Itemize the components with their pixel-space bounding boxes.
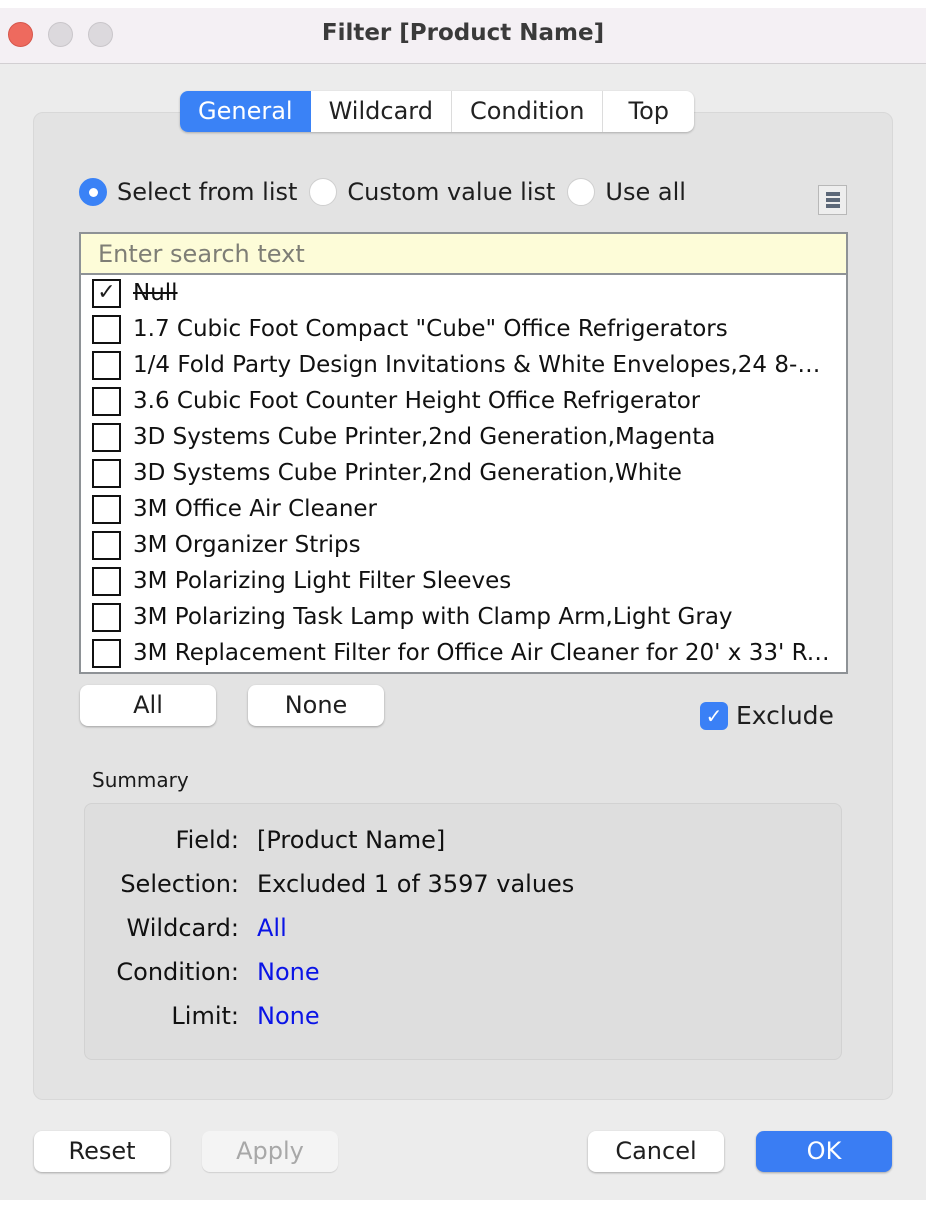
- radio-select-from-list[interactable]: Select from list: [79, 178, 297, 206]
- hamburger-menu-icon: [826, 198, 840, 202]
- radio-unselected-indicator[interactable]: [309, 178, 338, 206]
- hamburger-menu-icon: [826, 192, 840, 196]
- summary-row-wildcard: Wildcard: All: [85, 914, 843, 948]
- summary-row-field: Field: [Product Name]: [85, 826, 843, 860]
- item-label: 3D Systems Cube Printer,2nd Generation,M…: [133, 424, 716, 450]
- exclude-checkbox[interactable]: ✓ Exclude: [700, 701, 834, 730]
- item-label: 3M Polarizing Task Lamp with Clamp Arm,L…: [133, 604, 733, 630]
- limit-link[interactable]: None: [257, 1002, 320, 1030]
- radio-use-all[interactable]: Use all: [567, 178, 686, 206]
- item-checkbox[interactable]: [92, 494, 121, 524]
- values-list[interactable]: ✓ Null 1.7 Cubic Foot Compact "Cube" Off…: [79, 232, 848, 674]
- item-checkbox[interactable]: [92, 458, 121, 488]
- tab-wildcard[interactable]: Wildcard: [311, 91, 452, 132]
- exclude-checkbox-box[interactable]: ✓: [700, 701, 728, 730]
- list-item[interactable]: 1/4 Fold Party Design Invitations & Whit…: [81, 347, 846, 383]
- tab-condition[interactable]: Condition: [452, 91, 604, 132]
- summary-key: Selection:: [120, 870, 239, 898]
- item-label: 3M Organizer Strips: [133, 532, 361, 558]
- search-input[interactable]: [98, 234, 846, 274]
- summary-key: Wildcard:: [126, 914, 239, 942]
- list-item[interactable]: 3M Replacement Filter for Office Air Cle…: [81, 635, 846, 671]
- apply-button[interactable]: Apply: [202, 1131, 338, 1172]
- item-label: 1.7 Cubic Foot Compact "Cube" Office Ref…: [133, 316, 728, 342]
- item-checkbox[interactable]: ✓: [92, 278, 121, 308]
- summary-value: [Product Name]: [257, 826, 446, 854]
- checkmark-icon: ✓: [97, 280, 116, 305]
- checkmark-icon: ✓: [705, 703, 723, 728]
- radio-selected-indicator[interactable]: [79, 178, 107, 206]
- item-label: 3D Systems Cube Printer,2nd Generation,W…: [133, 460, 682, 486]
- exclude-label: Exclude: [736, 701, 834, 730]
- radio-label: Use all: [605, 178, 686, 206]
- summary-value: Excluded 1 of 3597 values: [257, 870, 575, 898]
- list-item[interactable]: 3M Polarizing Light Filter Sleeves: [81, 563, 846, 599]
- cancel-button[interactable]: Cancel: [588, 1131, 724, 1172]
- reset-button[interactable]: Reset: [34, 1131, 170, 1172]
- tab-top[interactable]: Top: [603, 91, 694, 132]
- summary-heading: Summary: [92, 768, 189, 792]
- window-title: Filter [Product Name]: [321, 20, 605, 46]
- radio-label: Custom value list: [347, 178, 556, 206]
- title-bar[interactable]: Filter [Product Name]: [0, 8, 926, 64]
- item-checkbox[interactable]: [92, 350, 121, 380]
- summary-row-condition: Condition: None: [85, 958, 843, 992]
- item-label: 3.6 Cubic Foot Counter Height Office Ref…: [133, 388, 701, 414]
- item-checkbox[interactable]: [92, 638, 121, 668]
- item-checkbox[interactable]: [92, 422, 121, 452]
- item-label: 1/4 Fold Party Design Invitations & Whit…: [133, 352, 833, 378]
- summary-key: Condition:: [116, 958, 239, 986]
- list-item[interactable]: 3D Systems Cube Printer,2nd Generation,W…: [81, 455, 846, 491]
- item-checkbox[interactable]: [92, 566, 121, 596]
- wildcard-link[interactable]: All: [257, 914, 287, 942]
- summary-panel: Field: [Product Name] Selection: Exclude…: [84, 803, 842, 1060]
- summary-row-selection: Selection: Excluded 1 of 3597 values: [85, 870, 843, 904]
- selection-mode-radio-group: Select from list Custom value list Use a…: [79, 178, 698, 206]
- item-checkbox[interactable]: [92, 530, 121, 560]
- item-label: Null: [133, 280, 178, 306]
- item-checkbox[interactable]: [92, 314, 121, 344]
- radio-label: Select from list: [117, 178, 298, 206]
- summary-key: Field:: [175, 826, 239, 854]
- item-label: 3M Office Air Cleaner: [133, 496, 378, 522]
- summary-key: Limit:: [171, 1002, 239, 1030]
- list-item[interactable]: 3D Systems Cube Printer,2nd Generation,M…: [81, 419, 846, 455]
- summary-row-limit: Limit: None: [85, 1002, 843, 1036]
- item-label: 3M Replacement Filter for Office Air Cle…: [133, 640, 833, 666]
- item-checkbox[interactable]: [92, 386, 121, 416]
- values-list-items: ✓ Null 1.7 Cubic Foot Compact "Cube" Off…: [81, 275, 846, 671]
- search-field[interactable]: [81, 234, 846, 275]
- list-options-menu-button[interactable]: [818, 185, 847, 215]
- list-item[interactable]: 3M Office Air Cleaner: [81, 491, 846, 527]
- list-item[interactable]: ✓ Null: [81, 275, 846, 311]
- select-all-button[interactable]: All: [80, 685, 216, 726]
- list-item[interactable]: 1.7 Cubic Foot Compact "Cube" Office Ref…: [81, 311, 846, 347]
- filter-dialog-window: Filter [Product Name] General Wildcard C…: [0, 8, 926, 1200]
- list-item[interactable]: 3.6 Cubic Foot Counter Height Office Ref…: [81, 383, 846, 419]
- hamburger-menu-icon: [826, 204, 840, 208]
- condition-link[interactable]: None: [257, 958, 320, 986]
- radio-unselected-indicator[interactable]: [567, 178, 596, 206]
- tab-bar: General Wildcard Condition Top: [180, 91, 694, 132]
- item-label: 3M Polarizing Light Filter Sleeves: [133, 568, 512, 594]
- list-item[interactable]: 3M Organizer Strips: [81, 527, 846, 563]
- list-item[interactable]: 3M Polarizing Task Lamp with Clamp Arm,L…: [81, 599, 846, 635]
- select-none-button[interactable]: None: [248, 685, 384, 726]
- ok-button[interactable]: OK: [756, 1131, 892, 1172]
- radio-custom-value-list[interactable]: Custom value list: [309, 178, 555, 206]
- item-checkbox[interactable]: [92, 602, 121, 632]
- tab-general[interactable]: General: [180, 91, 311, 132]
